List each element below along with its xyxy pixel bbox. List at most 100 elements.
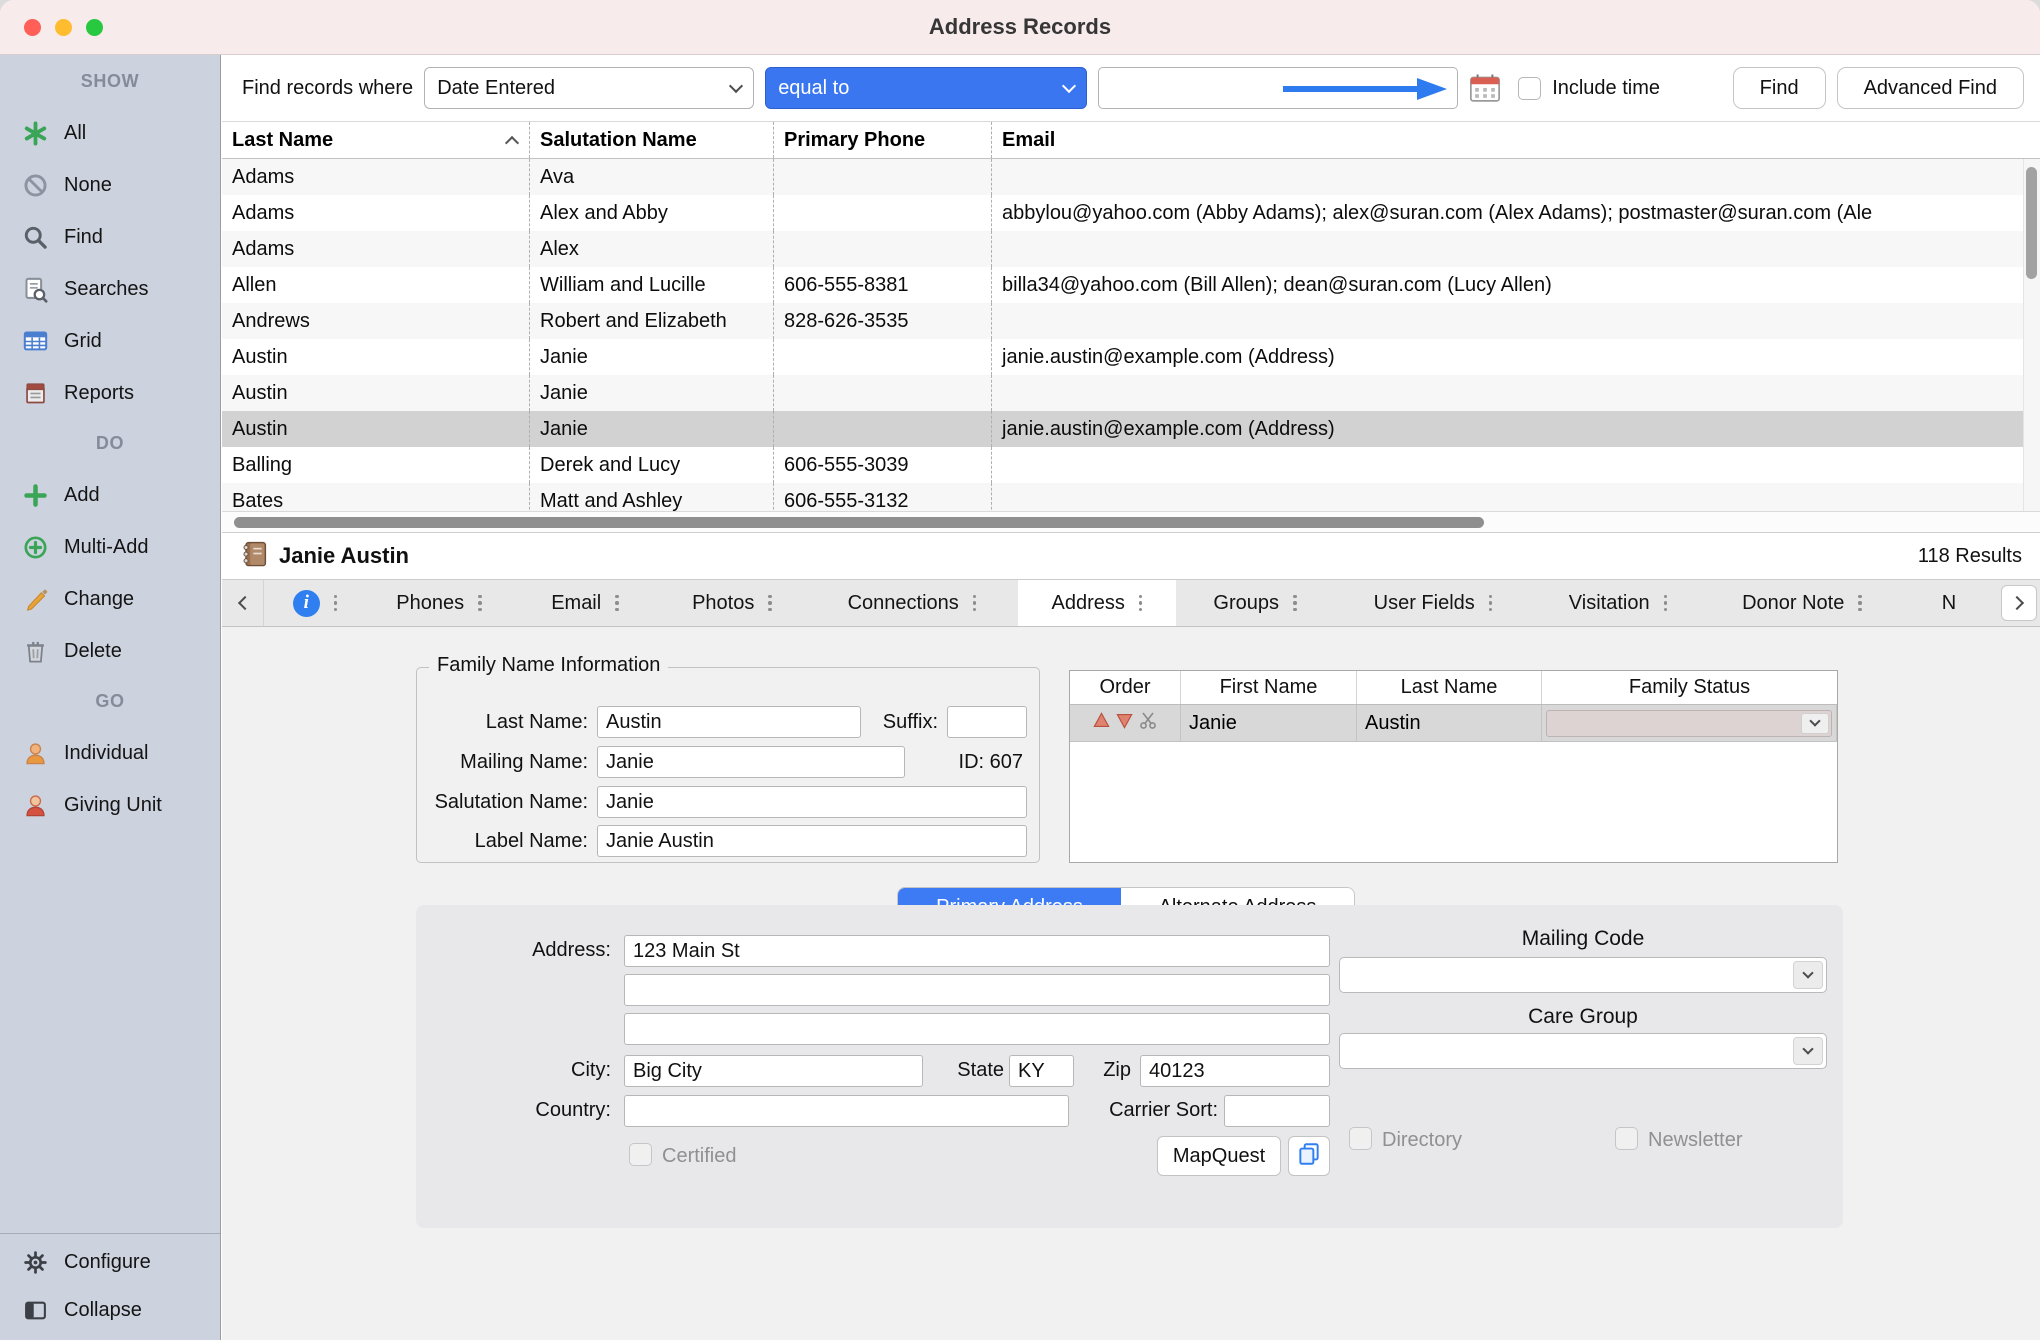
table-row[interactable]: AndrewsRobert and Elizabeth828-626-3535 — [222, 303, 2040, 339]
zip-field[interactable] — [1140, 1055, 1330, 1087]
tab-drag-handle[interactable] — [1293, 595, 1297, 612]
table-row[interactable]: AdamsAva — [222, 159, 2040, 195]
results-table-header: Last Name Salutation Name Primary Phone … — [222, 121, 2040, 159]
tabs-scroll-left-button[interactable] — [222, 580, 264, 626]
zoom-window-button[interactable] — [86, 19, 103, 36]
sidebar-item-individual[interactable]: Individual — [0, 727, 220, 779]
tab-user-fields[interactable]: User Fields — [1334, 580, 1532, 626]
include-time-checkbox[interactable] — [1518, 77, 1541, 100]
results-table-body: AdamsAva AdamsAlex and Abbyabbylou@yahoo… — [222, 159, 2040, 511]
tab-address[interactable]: Address — [1018, 580, 1176, 626]
tab-drag-handle[interactable] — [1139, 595, 1143, 612]
sidebar-item-multi-add[interactable]: Multi-Add — [0, 521, 220, 573]
tab-phones[interactable]: Phones — [366, 580, 512, 626]
sidebar-item-reports[interactable]: Reports — [0, 367, 220, 419]
table-row[interactable]: AdamsAlex and Abbyabbylou@yahoo.com (Abb… — [222, 195, 2040, 231]
suffix-label: Suffix: — [883, 711, 947, 734]
copy-address-button[interactable] — [1288, 1136, 1330, 1176]
move-down-icon[interactable] — [1115, 711, 1134, 736]
mailing-name-label: Mailing Name: — [417, 751, 597, 774]
salutation-name-field[interactable] — [597, 786, 1027, 818]
column-header-salutation-name[interactable]: Salutation Name — [530, 122, 774, 158]
address-line2-field[interactable] — [624, 974, 1330, 1006]
sidebar-item-find[interactable]: Find — [0, 211, 220, 263]
close-window-button[interactable] — [24, 19, 41, 36]
tab-drag-handle[interactable] — [334, 595, 338, 612]
sidebar-item-change[interactable]: Change — [0, 573, 220, 625]
column-header-primary-phone[interactable]: Primary Phone — [774, 122, 992, 158]
find-value-input[interactable] — [1098, 67, 1458, 109]
mailing-code-dropdown[interactable] — [1339, 957, 1827, 993]
family-status-dropdown[interactable] — [1546, 710, 1832, 737]
care-group-dropdown[interactable] — [1339, 1033, 1827, 1069]
vertical-scrollbar-thumb[interactable] — [2026, 167, 2037, 279]
sidebar-item-configure[interactable]: Configure — [0, 1238, 220, 1286]
table-row[interactable]: AdamsAlex — [222, 231, 2040, 267]
tab-email[interactable]: Email — [512, 580, 658, 626]
vertical-scrollbar-track[interactable] — [2023, 159, 2040, 511]
directory-label: Directory — [1382, 1129, 1462, 1152]
carrier-sort-label: Carrier Sort: — [1056, 1099, 1218, 1122]
table-row[interactable]: AllenWilliam and Lucille606-555-8381bill… — [222, 267, 2040, 303]
tab-next-partial[interactable]: N — [1900, 580, 1998, 626]
address-line1-field[interactable] — [624, 935, 1330, 967]
suffix-field[interactable] — [947, 706, 1027, 738]
table-row[interactable]: BatesMatt and Ashley606-555-3132 — [222, 483, 2040, 511]
tab-drag-handle[interactable] — [973, 595, 977, 612]
certified-checkbox[interactable] — [629, 1143, 652, 1166]
sidebar-item-collapse[interactable]: Collapse — [0, 1286, 220, 1334]
carrier-sort-field[interactable] — [1224, 1095, 1330, 1127]
last-name-field[interactable] — [597, 706, 861, 738]
advanced-find-button[interactable]: Advanced Find — [1837, 67, 2024, 109]
find-operator-dropdown[interactable]: equal to — [765, 67, 1087, 109]
sidebar-item-add[interactable]: Add — [0, 469, 220, 521]
tabs-scroll-right-button[interactable] — [1998, 580, 2040, 626]
find-field-dropdown[interactable]: Date Entered — [424, 67, 754, 109]
find-button[interactable]: Find — [1733, 67, 1826, 109]
country-field[interactable] — [624, 1095, 1069, 1127]
horizontal-scrollbar-thumb[interactable] — [234, 517, 1484, 528]
tab-drag-handle[interactable] — [1489, 595, 1493, 612]
column-header-email[interactable]: Email — [992, 122, 2040, 158]
sidebar-item-searches[interactable]: Searches — [0, 263, 220, 315]
address-line3-field[interactable] — [624, 1013, 1330, 1045]
tab-visitation[interactable]: Visitation — [1532, 580, 1704, 626]
calendar-icon[interactable] — [1469, 73, 1501, 103]
table-row[interactable]: AustinJaniejanie.austin@example.com (Add… — [222, 339, 2040, 375]
tab-drag-handle[interactable] — [768, 595, 772, 612]
sidebar-item-giving-unit[interactable]: Giving Unit — [0, 779, 220, 831]
tab-drag-handle[interactable] — [1664, 595, 1668, 612]
gear-icon — [22, 1249, 49, 1276]
sidebar-item-none[interactable]: None — [0, 159, 220, 211]
newsletter-checkbox[interactable] — [1615, 1127, 1638, 1150]
tab-groups[interactable]: Groups — [1176, 580, 1334, 626]
tab-info[interactable]: i — [264, 580, 366, 626]
family-name-information-group: Family Name Information Last Name: Suffi… — [416, 667, 1040, 863]
scissors-icon[interactable] — [1138, 710, 1158, 736]
group-title: Family Name Information — [429, 654, 668, 677]
tab-drag-handle[interactable] — [478, 595, 482, 612]
magnifier-icon — [22, 224, 49, 251]
tab-drag-handle[interactable] — [1858, 595, 1862, 612]
address-label: Address: — [451, 939, 611, 962]
move-up-icon[interactable] — [1092, 711, 1111, 736]
city-field[interactable] — [624, 1055, 923, 1087]
table-row[interactable]: BallingDerek and Lucy606-555-3039 — [222, 447, 2040, 483]
table-row-selected[interactable]: AustinJaniejanie.austin@example.com (Add… — [222, 411, 2040, 447]
column-header-last-name[interactable]: Last Name — [222, 122, 530, 158]
tab-connections[interactable]: Connections — [806, 580, 1018, 626]
tab-photos[interactable]: Photos — [658, 580, 806, 626]
minimize-window-button[interactable] — [55, 19, 72, 36]
tab-donor-note[interactable]: Donor Note — [1704, 580, 1900, 626]
mapquest-button[interactable]: MapQuest — [1157, 1136, 1281, 1176]
sidebar-item-all[interactable]: All — [0, 107, 220, 159]
table-row[interactable]: AustinJanie — [222, 375, 2040, 411]
horizontal-scrollbar-track[interactable] — [222, 511, 2040, 533]
label-name-field[interactable] — [597, 825, 1027, 857]
sidebar-item-delete[interactable]: Delete — [0, 625, 220, 677]
directory-checkbox[interactable] — [1349, 1127, 1372, 1150]
sidebar-item-grid[interactable]: Grid — [0, 315, 220, 367]
tab-drag-handle[interactable] — [615, 595, 619, 612]
member-row[interactable]: Janie Austin — [1070, 705, 1837, 742]
mailing-name-field[interactable] — [597, 746, 905, 778]
